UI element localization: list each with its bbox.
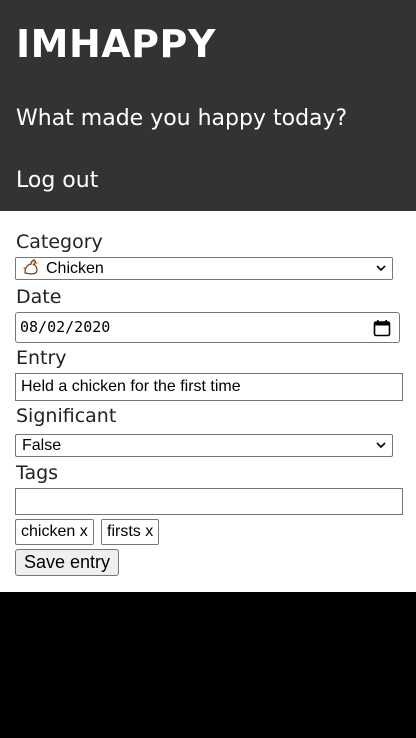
significant-select[interactable]: False (15, 434, 393, 457)
chevron-down-icon (376, 265, 386, 272)
nav-link-logout[interactable]: Log out (16, 168, 98, 193)
app-header: IMHAPPY What made you happy today? Log o… (0, 0, 416, 211)
chicken-icon (22, 258, 40, 282)
save-entry-button[interactable]: Save entry (15, 549, 119, 576)
chevron-down-icon (376, 442, 386, 449)
tags-input[interactable] (15, 488, 403, 515)
entry-input[interactable]: Held a chicken for the first time (15, 373, 403, 401)
significant-label: Significant (16, 405, 117, 427)
entry-label: Entry (16, 347, 67, 369)
significant-value: False (22, 437, 62, 454)
tags-label: Tags (16, 462, 59, 484)
date-label: Date (16, 286, 62, 308)
tag-chip-chicken[interactable]: chicken x (15, 519, 94, 545)
nav-link-happy-today[interactable]: What made you happy today? (16, 106, 347, 131)
category-select[interactable]: Chicken (15, 257, 393, 280)
calendar-icon[interactable] (373, 319, 391, 337)
category-label: Category (16, 231, 103, 253)
category-value: Chicken (46, 260, 104, 277)
date-value: 08/02/2020 (20, 318, 111, 336)
brand-logo[interactable]: IMHAPPY (16, 22, 216, 66)
date-input[interactable]: 08/02/2020 (15, 312, 400, 343)
tag-chip-firsts[interactable]: firsts x (101, 519, 160, 545)
